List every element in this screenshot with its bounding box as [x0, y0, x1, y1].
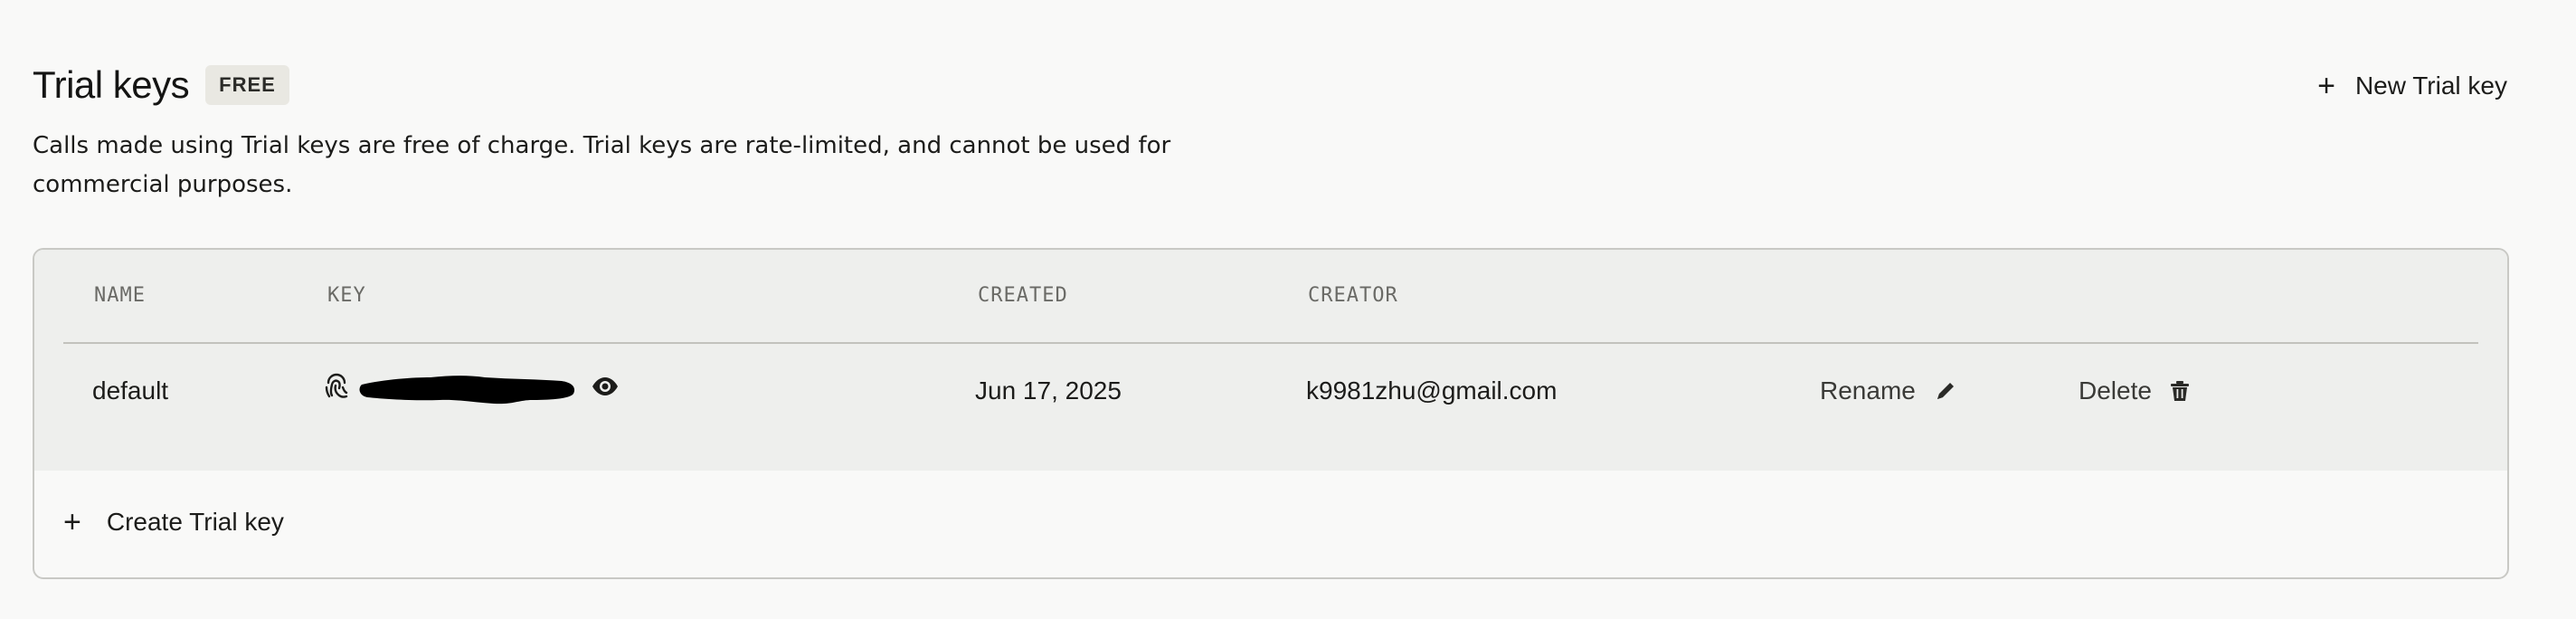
trash-icon [2170, 381, 2189, 401]
plus-icon: + [63, 505, 81, 539]
redacted-key [359, 376, 575, 405]
create-trial-key-label: Create Trial key [106, 508, 284, 536]
new-trial-key-label: New Trial key [2354, 71, 2507, 100]
key-value [324, 372, 619, 405]
section-title: Trial keys [33, 63, 190, 106]
column-header-creator: CREATOR [1308, 284, 1398, 307]
section-description: Calls made using Trial keys are free of … [33, 132, 1171, 198]
delete-button[interactable]: Delete [2079, 376, 2190, 405]
rename-button[interactable]: Rename [1820, 376, 1957, 405]
key-name: default [92, 376, 169, 405]
header-divider [63, 342, 2478, 344]
pencil-icon [1937, 383, 1954, 399]
free-badge: FREE [205, 65, 289, 105]
column-header-key: KEY [327, 284, 366, 307]
trial-keys-page: Trial keys FREE + New Trial key Calls ma… [0, 0, 2576, 619]
new-trial-key-button[interactable]: + New Trial key [2317, 71, 2507, 101]
created-date: Jun 17, 2025 [975, 376, 1122, 405]
column-header-name: NAME [94, 284, 146, 307]
column-header-created: CREATED [978, 284, 1068, 307]
section-header: Trial keys FREE [33, 63, 289, 107]
delete-label: Delete [2079, 376, 2152, 405]
rename-label: Rename [1820, 376, 1916, 405]
table-header-and-row-background [34, 250, 2507, 471]
create-trial-key-button[interactable]: + Create Trial key [63, 507, 284, 538]
eye-icon[interactable] [592, 376, 619, 401]
fingerprint-icon [324, 373, 349, 405]
plus-icon: + [2317, 69, 2335, 103]
trial-keys-table: NAME KEY CREATED CREATOR default Jun 17,… [33, 248, 2509, 579]
creator-email: k9981zhu@gmail.com [1306, 376, 1558, 405]
